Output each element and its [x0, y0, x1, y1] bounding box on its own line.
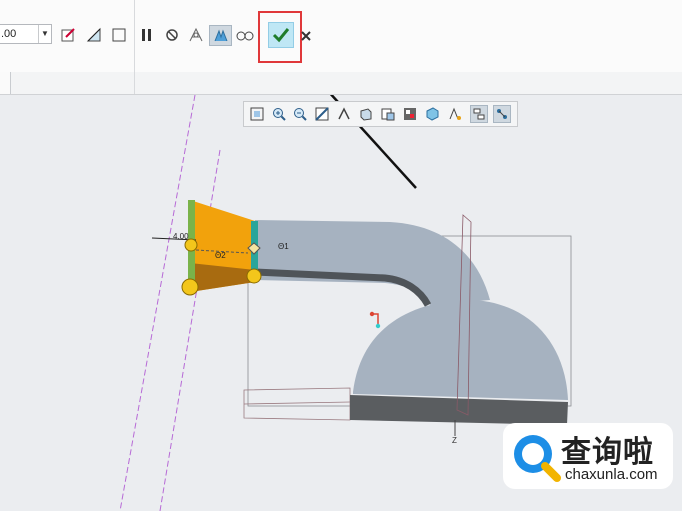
dimension-label-angle-2[interactable]: Θ2: [215, 251, 226, 260]
plane-icon[interactable]: [85, 26, 103, 44]
dimension-value-combo[interactable]: .00 ▼: [0, 24, 52, 44]
saved-orientations-icon[interactable]: [380, 106, 396, 122]
view-manager-icon[interactable]: [402, 106, 418, 122]
watermark-url: chaxunla.com: [565, 466, 658, 483]
verify-icon[interactable]: [209, 25, 232, 46]
annotation-display-icon[interactable]: [447, 106, 463, 122]
watermark-badge: 查询啦 chaxunla.com: [503, 423, 673, 489]
spin-center-icon[interactable]: [470, 105, 488, 123]
dimension-label-angle-1[interactable]: Θ1: [278, 242, 289, 251]
rectangle-icon[interactable]: [110, 26, 128, 44]
zoom-in-icon[interactable]: [271, 106, 287, 122]
preview-icon[interactable]: [186, 25, 206, 45]
feature-tree-icon[interactable]: [493, 105, 511, 123]
panel-tab[interactable]: [0, 72, 11, 94]
ribbon-lower-bar: [0, 72, 682, 95]
dimension-value: .00: [1, 28, 17, 40]
search-logo-icon: [514, 435, 561, 482]
ok-check-button[interactable]: [268, 22, 294, 48]
zoom-out-icon[interactable]: [292, 106, 308, 122]
view-toolbar: [243, 101, 518, 127]
axis-label-z: Z: [452, 436, 457, 445]
group-separator: [134, 0, 135, 94]
repaint-icon[interactable]: [314, 106, 330, 122]
chevron-down-icon[interactable]: ▼: [38, 25, 51, 43]
sketch-icon[interactable]: [59, 26, 77, 44]
ok-check-icon: [272, 28, 290, 43]
pause-icon[interactable]: [139, 27, 155, 43]
cancel-x-icon[interactable]: [299, 29, 313, 43]
no-preview-icon[interactable]: [164, 27, 180, 43]
watermark-cn-text: 查询啦: [561, 435, 654, 470]
display-style-icon[interactable]: [358, 106, 374, 122]
refit-icon[interactable]: [249, 106, 265, 122]
datum-display-icon[interactable]: [424, 106, 440, 122]
glasses-icon[interactable]: [235, 26, 255, 44]
perspective-icon[interactable]: [336, 106, 352, 122]
dimension-label-diameter[interactable]: 4.00: [173, 232, 189, 241]
